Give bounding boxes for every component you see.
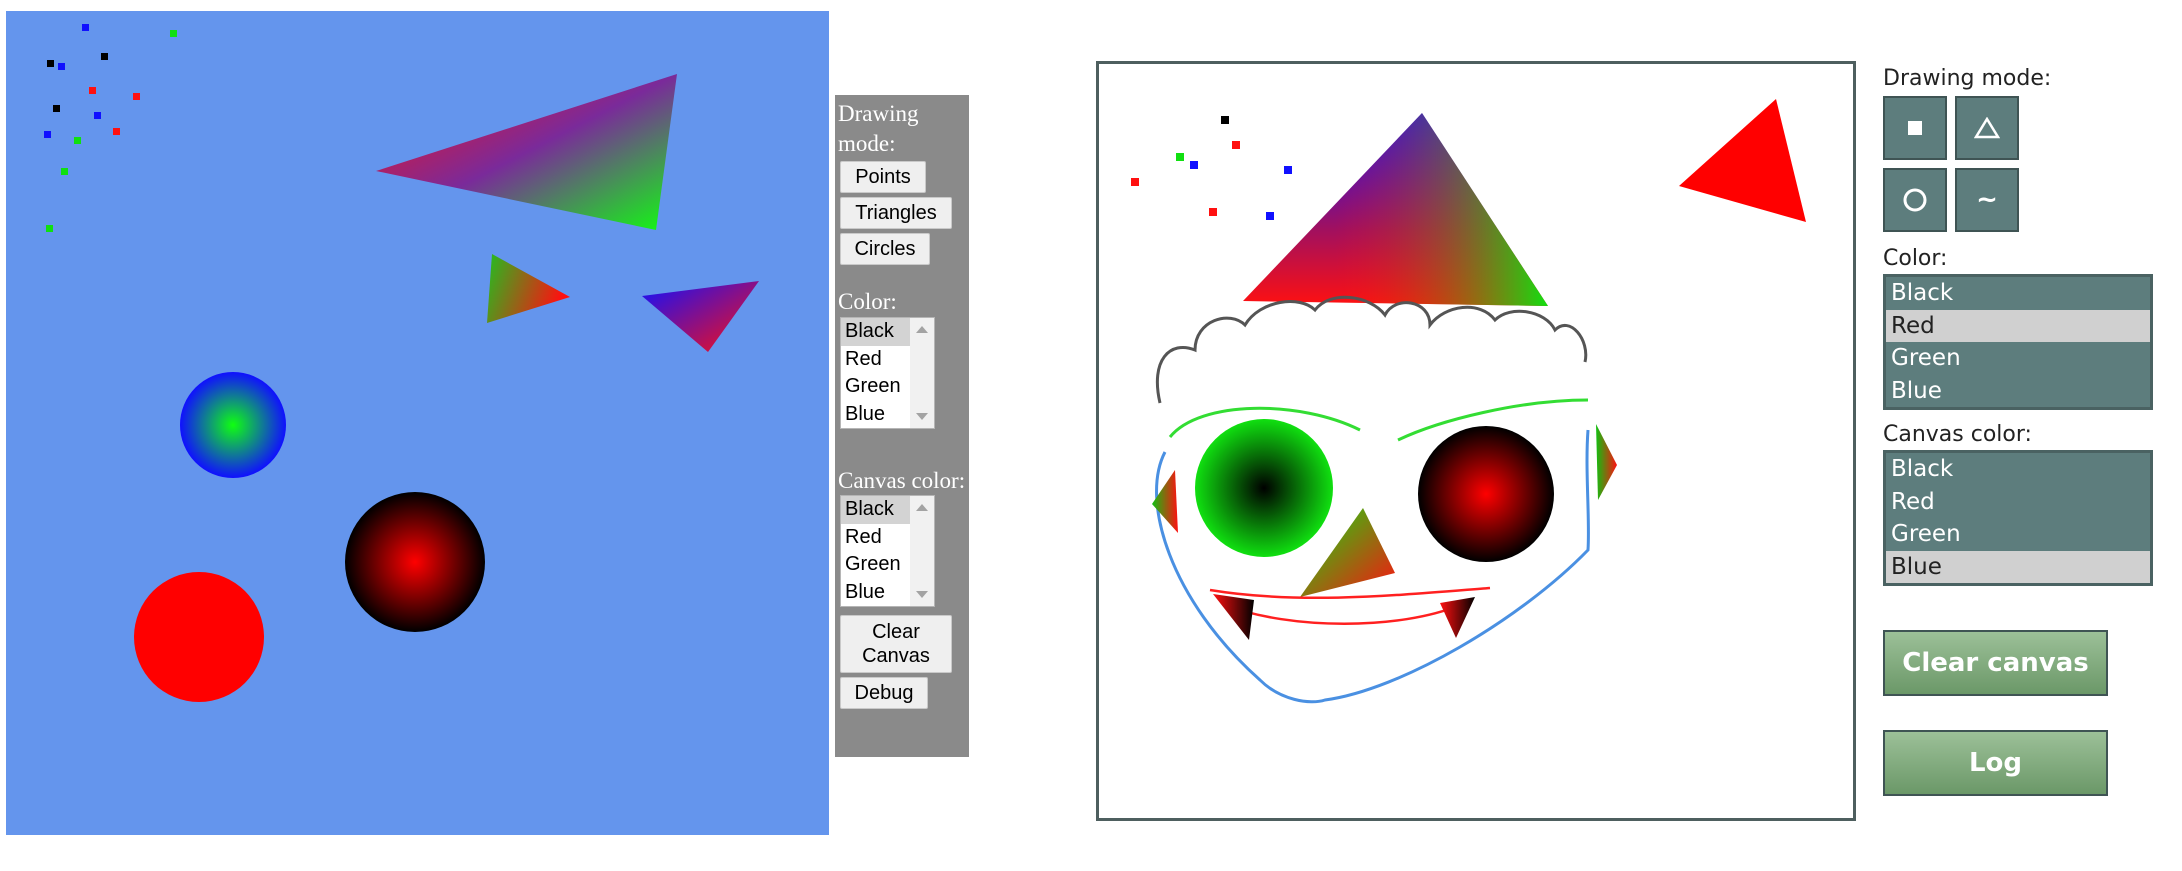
- triangle-2: [487, 254, 570, 323]
- red-triangle: [1679, 99, 1806, 222]
- mouth-lower: [1224, 603, 1461, 625]
- clear-canvas-button[interactable]: Clear Canvas: [840, 615, 952, 673]
- point-7: [133, 93, 140, 100]
- point-4: [58, 63, 65, 70]
- hat-triangle-overlay: [1243, 113, 1548, 306]
- point-2: [1176, 153, 1184, 161]
- circle-3: [134, 572, 264, 702]
- color-option-black[interactable]: Black: [841, 318, 911, 346]
- triangle-icon: [1974, 117, 2000, 139]
- point-7: [1209, 208, 1217, 216]
- circle-mode-button[interactable]: [1883, 168, 1947, 232]
- circle-icon: [1903, 188, 1927, 212]
- scroll-down-arrow-icon[interactable]: [916, 413, 928, 420]
- tilde-icon: ~: [1976, 185, 1998, 215]
- debug-button[interactable]: Debug: [840, 677, 928, 709]
- hair-stroke: [1155, 295, 1588, 404]
- color-option-blue[interactable]: Blue: [841, 401, 911, 429]
- drawing-mode-label: Drawing mode:: [1883, 66, 2052, 91]
- canvas-color-option-green[interactable]: Green: [1886, 518, 2150, 551]
- point-6: [89, 87, 96, 94]
- right-control-panel: Drawing mode: ~ Color: Black Red Green B…: [1883, 64, 2182, 796]
- canvas-color-option-black[interactable]: Black: [1886, 453, 2150, 486]
- point-6: [1131, 178, 1139, 186]
- drawing-mode-buttons: ~: [1883, 96, 2182, 232]
- canvas-color-label: Canvas color:: [838, 468, 966, 493]
- right-eye: [1418, 426, 1554, 562]
- right-fang: [1440, 597, 1475, 638]
- right-canvas-drawing: [1131, 99, 1806, 704]
- triangle-mode-button[interactable]: [1955, 96, 2019, 160]
- color-option-red[interactable]: Red: [1886, 309, 2150, 342]
- canvas-color-option-red[interactable]: Red: [841, 524, 911, 552]
- point-8: [1266, 212, 1274, 220]
- point-10: [44, 131, 51, 138]
- triangle-1: [376, 74, 677, 230]
- circle-1: [180, 372, 286, 478]
- color-label: Color:: [838, 289, 897, 314]
- mouth-upper: [1209, 586, 1491, 600]
- freehand-mode-button[interactable]: ~: [1955, 168, 2019, 232]
- point-5: [101, 53, 108, 60]
- point-14: [46, 225, 53, 232]
- color-listbox[interactable]: Black Red Green Blue: [840, 317, 935, 429]
- point-3: [1190, 161, 1198, 169]
- scroll-down-arrow-icon[interactable]: [916, 591, 928, 598]
- circle-2: [345, 492, 485, 632]
- square-icon: [1908, 121, 1922, 135]
- point-3: [47, 60, 54, 67]
- scroll-up-arrow-icon[interactable]: [916, 326, 928, 333]
- triangle-3: [642, 281, 759, 352]
- point-13: [61, 168, 68, 175]
- canvas-color-listbox[interactable]: Black Red Green Blue: [840, 495, 935, 607]
- triangles-button[interactable]: Triangles: [840, 197, 952, 229]
- canvas-color-listbox-scrollbar[interactable]: [910, 496, 934, 606]
- right-ear: [1596, 424, 1617, 500]
- left-eye: [1195, 419, 1333, 557]
- circles-button[interactable]: Circles: [840, 233, 930, 265]
- scroll-up-arrow-icon[interactable]: [916, 504, 928, 511]
- color-listbox-scrollbar[interactable]: [910, 318, 934, 428]
- left-canvas-drawing: [44, 24, 759, 702]
- point-4: [1232, 141, 1240, 149]
- left-control-panel: Drawing mode: Points Triangles Circles C…: [835, 95, 969, 757]
- point-9: [94, 112, 101, 119]
- canvas-color-option-black[interactable]: Black: [841, 496, 911, 524]
- left-drawing-canvas[interactable]: [6, 11, 829, 835]
- color-label: Color:: [1883, 246, 1948, 271]
- canvas-color-label: Canvas color:: [1883, 422, 2032, 447]
- color-option-green[interactable]: Green: [1886, 342, 2150, 375]
- color-option-blue[interactable]: Blue: [1886, 375, 2150, 408]
- color-option-black[interactable]: Black: [1886, 277, 2150, 310]
- drawing-mode-label: Drawing mode:: [838, 101, 919, 156]
- point-12: [113, 128, 120, 135]
- color-listbox[interactable]: Black Red Green Blue: [1883, 274, 2153, 410]
- color-option-green[interactable]: Green: [841, 373, 911, 401]
- point-5: [1284, 166, 1292, 174]
- color-option-red[interactable]: Red: [841, 346, 911, 374]
- point-8: [53, 105, 60, 112]
- right-drawing-canvas[interactable]: [1096, 61, 1856, 821]
- point-2: [170, 30, 177, 37]
- canvas-color-option-green[interactable]: Green: [841, 551, 911, 579]
- left-fang: [1213, 594, 1254, 640]
- square-mode-button[interactable]: [1883, 96, 1947, 160]
- point-1: [82, 24, 89, 31]
- points-button[interactable]: Points: [840, 161, 926, 193]
- point-1: [1221, 116, 1229, 124]
- canvas-color-option-red[interactable]: Red: [1886, 486, 2150, 519]
- canvas-color-option-blue[interactable]: Blue: [841, 579, 911, 607]
- log-button[interactable]: Log: [1883, 730, 2108, 796]
- clear-canvas-button[interactable]: Clear canvas: [1883, 630, 2108, 696]
- canvas-color-listbox[interactable]: Black Red Green Blue: [1883, 450, 2153, 586]
- canvas-color-option-blue[interactable]: Blue: [1886, 550, 2150, 583]
- point-11: [74, 137, 81, 144]
